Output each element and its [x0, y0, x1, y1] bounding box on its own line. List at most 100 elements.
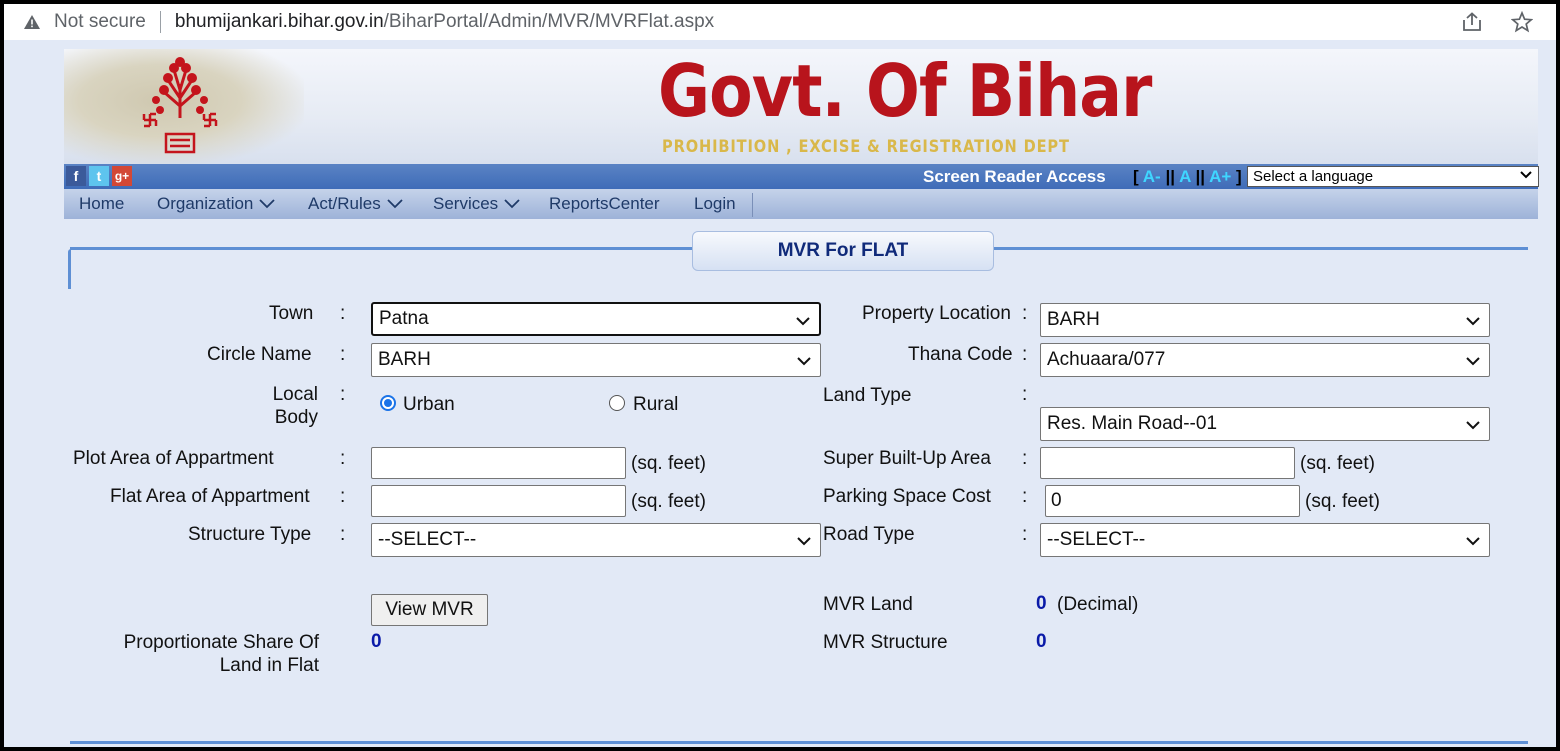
urban-radio-label[interactable]: Urban	[403, 393, 455, 416]
rural-radio-label[interactable]: Rural	[633, 393, 678, 416]
plot-area-label: Plot Area of Appartment	[73, 448, 274, 469]
font-separator: ||	[1165, 167, 1175, 186]
panel-border-bottom	[70, 741, 1528, 744]
property-location-value: BARH	[1047, 309, 1100, 330]
bookmark-star-icon[interactable]	[1510, 10, 1534, 34]
road-type-value: --SELECT--	[1047, 529, 1146, 550]
url-text[interactable]: bhumijankari.bihar.gov.in/BiharPortal/Ad…	[175, 11, 714, 33]
parking-cost-input[interactable]: 0	[1045, 485, 1300, 517]
super-builtup-input[interactable]	[1040, 447, 1295, 479]
plot-area-input[interactable]	[371, 447, 626, 479]
rural-radio[interactable]	[609, 395, 625, 411]
mvr-land-value: 0	[1036, 593, 1047, 614]
structure-type-label: Structure Type	[188, 524, 312, 545]
chevron-down-icon	[1465, 532, 1481, 554]
chevron-down-icon	[504, 194, 520, 214]
font-bracket-open: [	[1133, 167, 1139, 186]
menu-item-home[interactable]: Home	[79, 194, 124, 214]
panel-border-left	[68, 249, 71, 289]
colon: :	[1022, 384, 1028, 405]
view-mvr-button[interactable]: View MVR	[371, 594, 488, 626]
thana-code-label: Thana Code	[908, 344, 1013, 365]
colon: :	[1022, 303, 1028, 324]
font-size-controls: [ A- || A || A+ ]	[1133, 167, 1242, 187]
address-separator	[159, 11, 161, 33]
super-builtup-unit: (sq. feet)	[1300, 453, 1375, 474]
mvr-structure-label: MVR Structure	[823, 632, 948, 653]
menu-item-services[interactable]: Services	[433, 194, 520, 214]
facebook-icon[interactable]: f	[66, 166, 86, 186]
colon: :	[340, 384, 346, 405]
screen-reader-access-link[interactable]: Screen Reader Access	[923, 167, 1106, 187]
address-bar[interactable]: Not secure bhumijankari.bihar.gov.in/Bih…	[4, 4, 1556, 40]
main-menu: Home Organization Act/Rules Services Rep…	[64, 189, 1538, 219]
header-banner: Govt. Of Bihar PROHIBITION , EXCISE & RE…	[64, 49, 1538, 164]
thana-code-select[interactable]: Achuaara/077	[1040, 343, 1490, 377]
department-name: PROHIBITION , EXCISE & REGISTRATION DEPT	[662, 137, 1070, 157]
mvr-flat-form: MVR For FLAT Town : Patna Property Locat…	[64, 227, 1538, 747]
proportionate-label-line2: Land in Flat	[219, 655, 319, 676]
bihar-emblem-logo	[142, 57, 218, 154]
menu-item-label: Home	[79, 194, 125, 213]
font-normal-link[interactable]: A	[1179, 167, 1191, 186]
super-builtup-label: Super Built-Up Area	[823, 448, 991, 469]
social-links: f t g+	[66, 166, 132, 186]
accessibility-bar: f t g+ Screen Reader Access [ A- || A ||…	[64, 164, 1539, 189]
menu-item-label: Login	[694, 194, 736, 213]
flat-area-input[interactable]	[371, 485, 626, 517]
chevron-down-icon	[387, 194, 403, 214]
structure-type-value: --SELECT--	[378, 529, 477, 550]
colon: :	[340, 524, 346, 545]
mvr-land-unit: (Decimal)	[1057, 594, 1139, 615]
menu-item-organization[interactable]: Organization	[157, 194, 276, 214]
chevron-down-icon	[1465, 352, 1481, 374]
land-type-select[interactable]: Res. Main Road--01	[1040, 407, 1490, 441]
menu-item-label: Organization	[157, 194, 254, 213]
property-location-label: Property Location	[862, 303, 1011, 324]
proportionate-share-value: 0	[371, 631, 382, 652]
menu-item-label: Services	[433, 194, 499, 213]
land-type-value: Res. Main Road--01	[1047, 413, 1218, 434]
colon: :	[340, 486, 346, 507]
structure-type-select[interactable]: --SELECT--	[371, 523, 821, 557]
road-type-select[interactable]: --SELECT--	[1040, 523, 1490, 557]
local-body-label-line2: Body	[274, 407, 318, 428]
menu-item-act-rules[interactable]: Act/Rules	[308, 194, 403, 214]
share-icon[interactable]	[1460, 10, 1484, 34]
urban-radio[interactable]	[380, 395, 396, 411]
security-label[interactable]: Not secure	[54, 11, 146, 33]
flat-area-label: Flat Area of Appartment	[110, 486, 310, 507]
warning-icon[interactable]	[22, 12, 42, 32]
flat-area-unit: (sq. feet)	[631, 491, 706, 512]
font-decrease-link[interactable]: A-	[1143, 167, 1161, 186]
font-bracket-close: ]	[1236, 167, 1242, 186]
land-type-label: Land Type	[823, 385, 912, 406]
mvr-structure-value: 0	[1036, 631, 1047, 652]
language-select[interactable]: Select a language	[1247, 166, 1539, 187]
chevron-down-icon	[1465, 312, 1481, 334]
thana-code-value: Achuaara/077	[1047, 349, 1166, 370]
local-body-label-line1: Local	[272, 384, 318, 405]
proportionate-share-label: Proportionate Share Of Land in Flat	[114, 631, 319, 677]
town-select-value: Patna	[379, 308, 429, 329]
twitter-icon[interactable]: t	[89, 166, 109, 186]
colon: :	[340, 344, 346, 365]
font-increase-link[interactable]: A+	[1209, 167, 1231, 186]
property-location-select[interactable]: BARH	[1040, 303, 1490, 337]
town-select[interactable]: Patna	[371, 302, 821, 336]
google-plus-icon[interactable]: g+	[112, 166, 132, 186]
colon: :	[1022, 448, 1028, 469]
language-select-value: Select a language	[1253, 168, 1374, 185]
parking-cost-label: Parking Space Cost	[823, 486, 991, 507]
colon: :	[340, 448, 346, 469]
circle-name-select[interactable]: BARH	[371, 343, 821, 377]
town-label: Town	[269, 303, 314, 324]
menu-item-reports-center[interactable]: ReportsCenter	[549, 194, 660, 214]
chevron-down-icon	[1465, 416, 1481, 438]
url-host: bhumijankari.bihar.gov.in	[174, 11, 384, 32]
menu-item-login[interactable]: Login	[694, 194, 736, 214]
local-body-label: Local Body	[268, 383, 318, 429]
colon: :	[340, 303, 346, 324]
url-path: /BiharPortal/Admin/MVR/MVRFlat.aspx	[383, 11, 715, 32]
plot-area-unit: (sq. feet)	[631, 453, 706, 474]
